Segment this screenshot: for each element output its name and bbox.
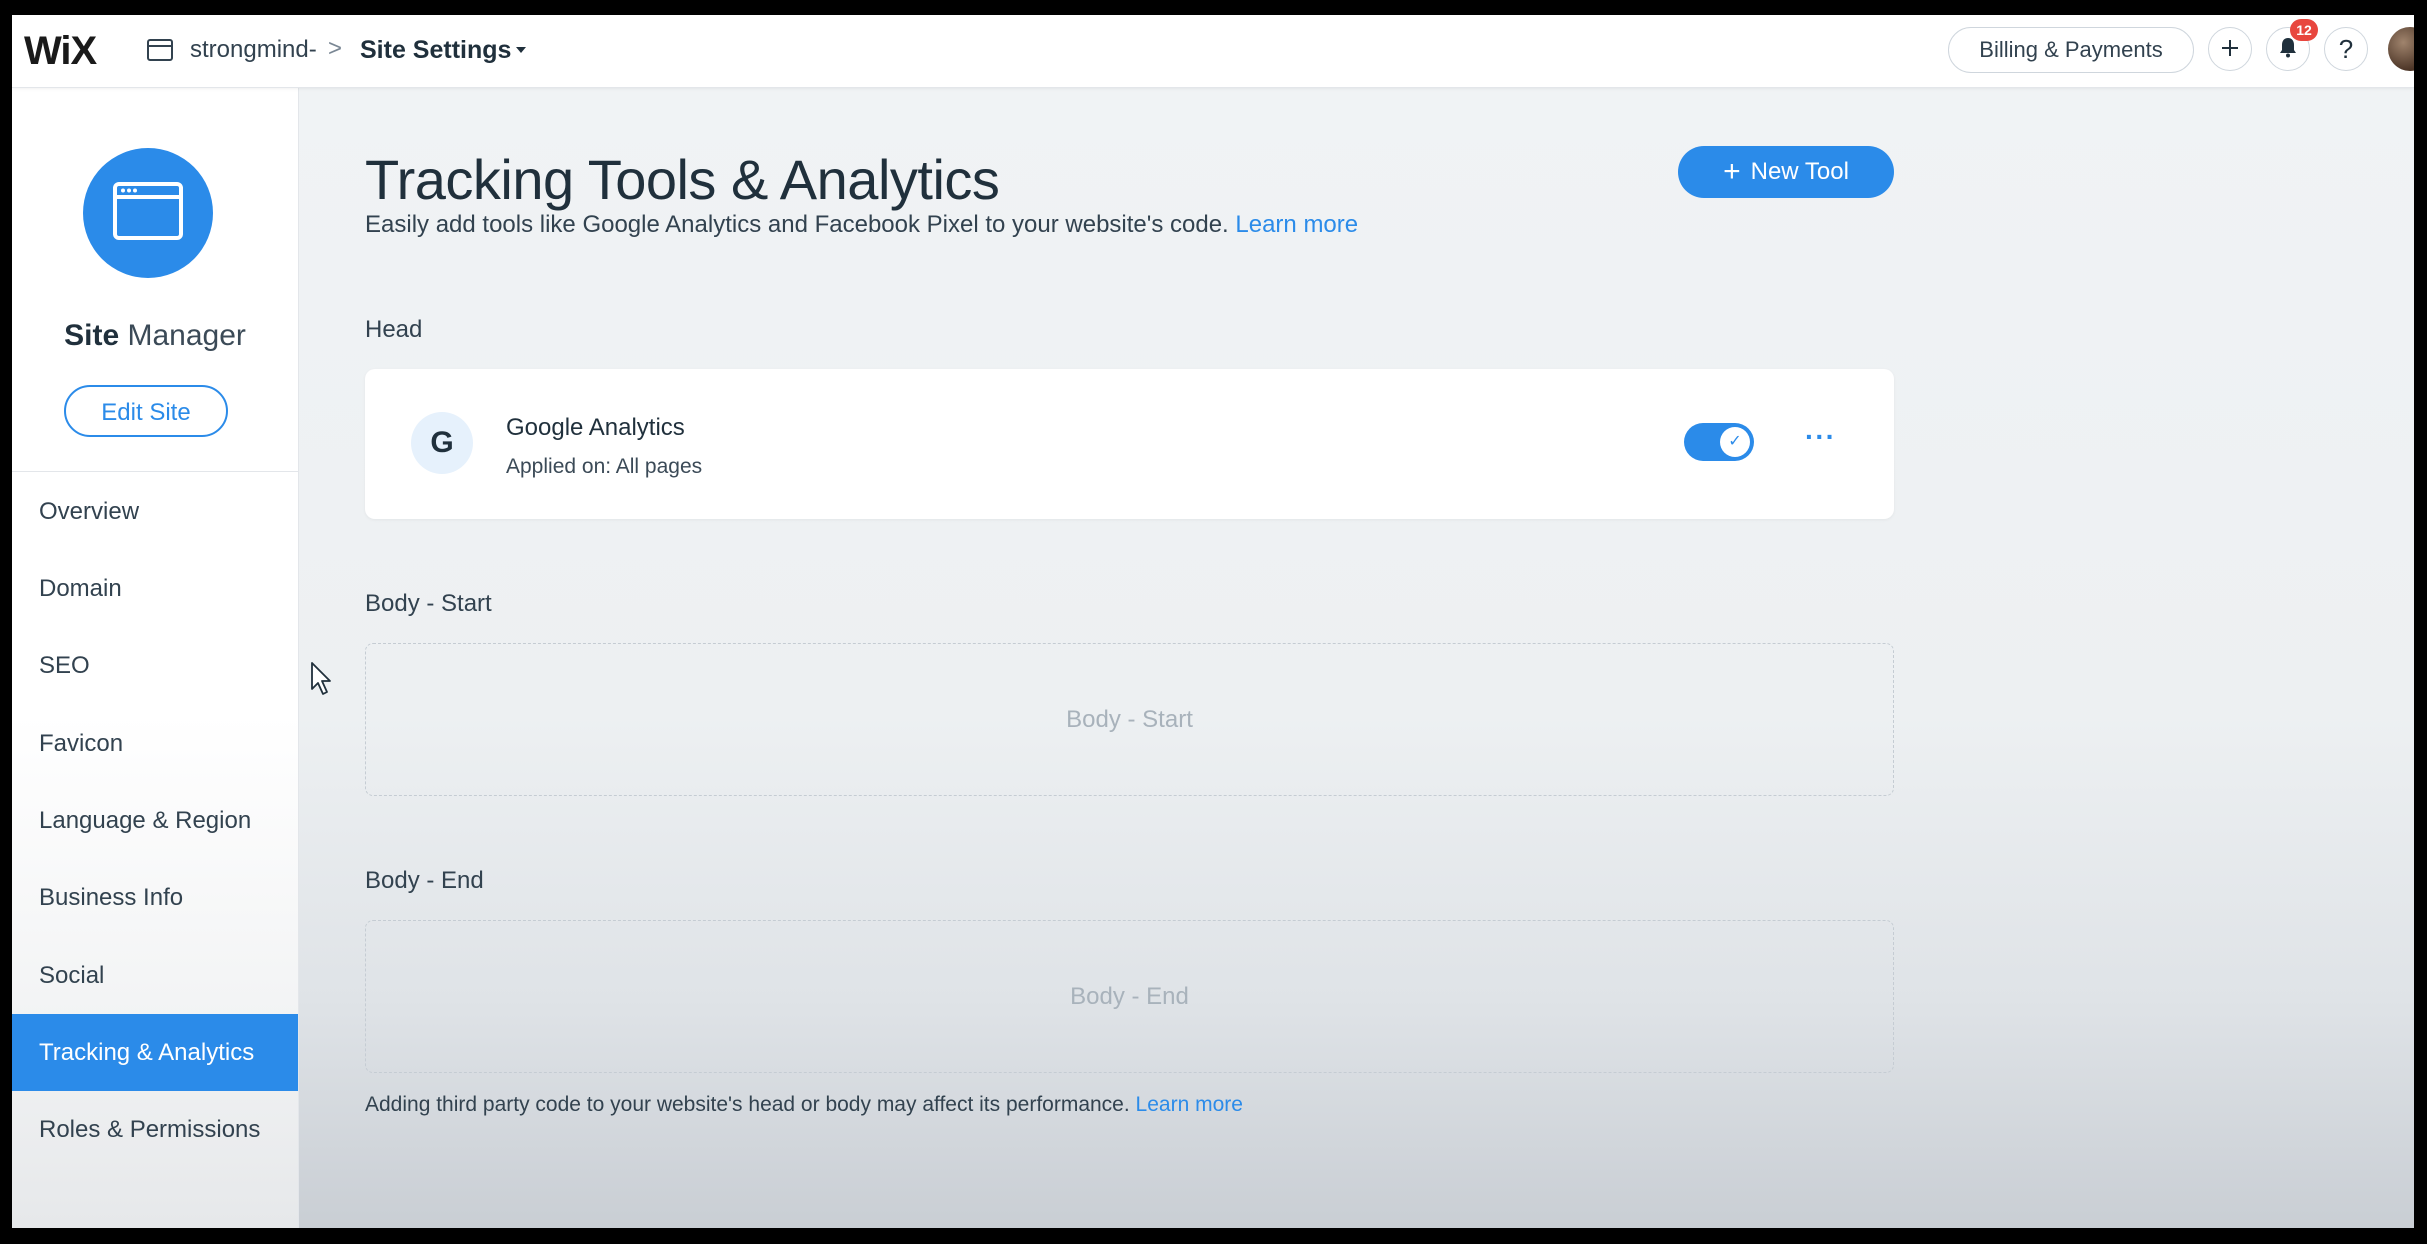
site-browser-icon	[147, 39, 173, 66]
body-start-section-label: Body - Start	[365, 590, 492, 617]
help-button[interactable]: ?	[2324, 27, 2368, 71]
performance-note-text: Adding third party code to your website'…	[365, 1093, 1130, 1116]
wix-logo[interactable]: WiX	[24, 29, 97, 74]
body-start-dropzone[interactable]: Body - Start	[365, 643, 1894, 796]
notification-count-badge: 12	[2290, 19, 2318, 41]
breadcrumb-separator: >	[328, 35, 343, 62]
plus-icon: +	[1723, 155, 1741, 188]
avatar[interactable]	[2388, 27, 2414, 71]
google-icon: G	[411, 412, 473, 474]
site-manager-title-bold: Site	[64, 319, 120, 352]
page-title: Tracking Tools & Analytics	[365, 148, 1000, 211]
question-mark-icon: ?	[2338, 33, 2354, 64]
sidebar-item-business-info[interactable]: Business Info	[12, 859, 298, 936]
new-tool-button[interactable]: + New Tool	[1678, 146, 1894, 198]
sidebar-item-overview[interactable]: Overview	[12, 473, 298, 550]
body-end-placeholder: Body - End	[1070, 982, 1189, 1010]
app-screen: WiX strongmind- > Site Settings Billing …	[12, 15, 2414, 1228]
head-section-label: Head	[365, 316, 423, 343]
more-options-icon[interactable]: ···	[1805, 421, 1836, 453]
breadcrumb-current-page[interactable]: Site Settings	[360, 36, 511, 65]
body-end-section-label: Body - End	[365, 867, 484, 894]
top-bar: WiX strongmind- > Site Settings Billing …	[12, 15, 2414, 88]
footer-learn-more-link[interactable]: Learn more	[1136, 1093, 1243, 1116]
mouse-cursor-icon	[310, 661, 334, 702]
tool-enabled-toggle[interactable]: ✓	[1684, 423, 1754, 461]
performance-note: Adding third party code to your website'…	[365, 1093, 1243, 1117]
edit-site-button[interactable]: Edit Site	[64, 385, 228, 437]
sidebar: Site Manager Edit Site Overview Domain S…	[12, 87, 299, 1228]
tool-card-google-analytics[interactable]: G Google Analytics Applied on: All pages…	[365, 369, 1894, 519]
page-subtitle: Easily add tools like Google Analytics a…	[365, 211, 1358, 239]
learn-more-link[interactable]: Learn more	[1235, 211, 1358, 238]
plus-icon	[2220, 34, 2240, 65]
sidebar-item-domain[interactable]: Domain	[12, 550, 298, 627]
sidebar-item-roles-permissions[interactable]: Roles & Permissions	[12, 1091, 298, 1168]
billing-payments-button[interactable]: Billing & Payments	[1948, 27, 2194, 73]
sidebar-item-tracking-analytics[interactable]: Tracking & Analytics	[12, 1014, 298, 1091]
new-tool-label: New Tool	[1750, 158, 1849, 185]
sidebar-item-seo[interactable]: SEO	[12, 627, 298, 704]
checkmark-icon: ✓	[1720, 427, 1750, 457]
breadcrumb-site[interactable]: strongmind-	[190, 36, 317, 64]
site-manager-title-light: Manager	[119, 319, 246, 352]
site-manager-title: Site Manager	[12, 319, 298, 353]
main-content: Tracking Tools & Analytics Easily add to…	[299, 87, 2414, 1228]
sidebar-item-favicon[interactable]: Favicon	[12, 705, 298, 782]
sidebar-divider	[12, 471, 298, 472]
browser-window-icon	[112, 181, 184, 246]
add-button[interactable]	[2208, 27, 2252, 71]
site-manager-badge	[83, 148, 213, 278]
page-subtitle-text: Easily add tools like Google Analytics a…	[365, 211, 1229, 238]
body-start-placeholder: Body - Start	[1066, 705, 1193, 733]
sidebar-item-language-region[interactable]: Language & Region	[12, 782, 298, 859]
body-end-dropzone[interactable]: Body - End	[365, 920, 1894, 1073]
tool-name: Google Analytics	[506, 414, 685, 441]
chevron-down-icon[interactable]	[516, 47, 526, 53]
tool-applied-pages: Applied on: All pages	[506, 455, 703, 478]
sidebar-item-social[interactable]: Social	[12, 937, 298, 1014]
